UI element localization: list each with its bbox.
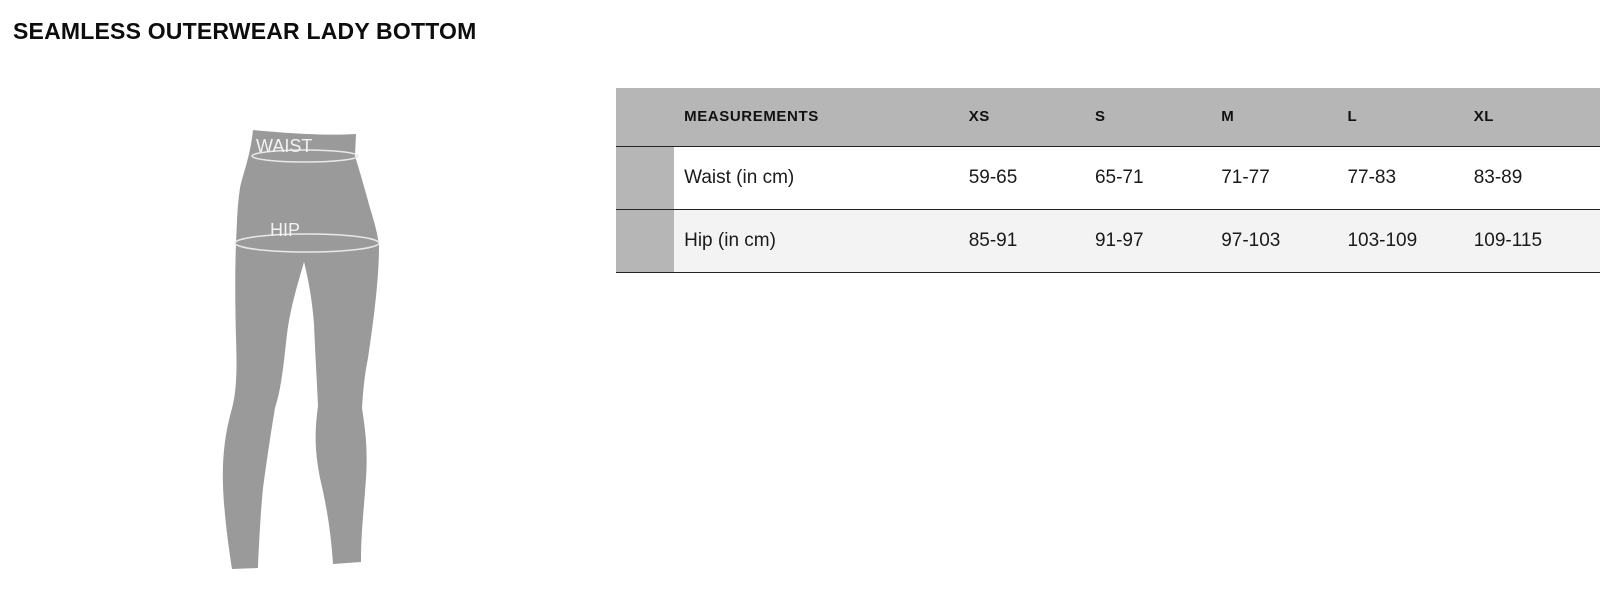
page-title: SEAMLESS OUTERWEAR LADY BOTTOM — [13, 18, 477, 44]
cell-value: 71-77 — [1221, 146, 1348, 210]
header-size-s: S — [1094, 88, 1222, 147]
leggings-silhouette-icon: WAIST HIP — [222, 130, 380, 569]
header-size-m: M — [1221, 88, 1348, 147]
table-row-waist: Waist (in cm) 59-65 65-71 71-77 77-83 83… — [616, 146, 1600, 210]
waist-label: WAIST — [256, 136, 312, 156]
leggings-shape — [222, 130, 379, 569]
hip-label: HIP — [270, 220, 300, 240]
header-size-xs: XS — [968, 88, 1095, 147]
cell-value: 77-83 — [1347, 146, 1474, 210]
row-label: Waist (in cm) — [674, 146, 969, 210]
cell-value: 103-109 — [1347, 209, 1474, 273]
cell-value: 97-103 — [1221, 209, 1348, 273]
table-header-row: MEASUREMENTS XS S M L XL — [616, 88, 1600, 147]
table-row-hip: Hip (in cm) 85-91 91-97 97-103 103-109 1… — [616, 209, 1600, 273]
cell-value: 65-71 — [1094, 146, 1222, 210]
row-label: Hip (in cm) — [674, 209, 969, 273]
cell-value: 109-115 — [1473, 209, 1600, 273]
header-measurements: MEASUREMENTS — [674, 88, 969, 147]
header-swatch-cell — [616, 88, 675, 147]
cell-value: 91-97 — [1094, 209, 1222, 273]
size-chart-table: MEASUREMENTS XS S M L XL Waist (in cm) 5… — [616, 88, 1600, 273]
leggings-illustration: WAIST HIP — [215, 128, 390, 592]
cell-value: 83-89 — [1473, 146, 1600, 210]
cell-value: 59-65 — [968, 146, 1095, 210]
header-size-xl: XL — [1473, 88, 1600, 147]
cell-value: 85-91 — [968, 209, 1095, 273]
header-size-l: L — [1347, 88, 1474, 147]
row-swatch — [616, 209, 675, 273]
row-swatch — [616, 146, 675, 210]
